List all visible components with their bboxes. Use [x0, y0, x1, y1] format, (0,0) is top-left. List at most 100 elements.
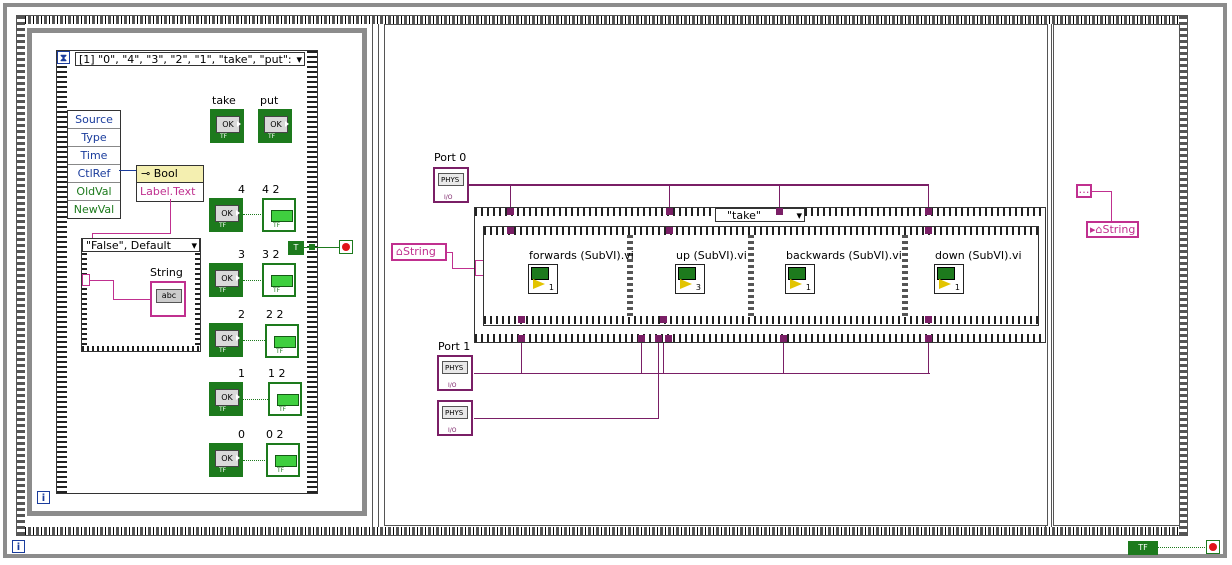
label-text-wire [170, 199, 171, 233]
string-indicator[interactable]: abc [150, 281, 186, 317]
event-selector[interactable]: [1] "0", "4", "3", "2", "1", "take", "pu… [75, 52, 305, 66]
inner-case-selector[interactable]: "False", Default ▾ [82, 238, 200, 252]
tunnel-node [660, 316, 667, 323]
right-string-wire-b [1111, 191, 1112, 221]
put-label: put [260, 94, 279, 107]
subvi-backwards-icon[interactable]: 1 [785, 264, 815, 294]
subvi-up-icon[interactable]: 3 [675, 264, 705, 294]
right-string-wire-a [1092, 191, 1111, 192]
outer-case-edge-bottom [475, 334, 1045, 342]
control-1-label: 1 [238, 367, 245, 380]
led-1: TF [268, 382, 302, 416]
tunnel-node [665, 335, 672, 342]
case-tunnel [82, 274, 90, 286]
indicator-3-label: 3 2 [262, 248, 280, 261]
port1-label: Port 1 [438, 340, 471, 353]
tunnel-node [925, 227, 932, 234]
property-node-property: Label.Text [140, 185, 196, 198]
control-4-label: 4 [238, 183, 245, 196]
tunnel-node [518, 316, 525, 323]
event-data-node: Source Type Time CtlRef OldVal NewVal [67, 110, 121, 219]
empty-string-constant[interactable]: … [1076, 184, 1092, 198]
outer-loop-stop-icon[interactable] [1206, 540, 1220, 554]
led-3: TF [262, 263, 296, 297]
string-local-label: String [402, 245, 436, 258]
port1-phys-text: PHYS [442, 361, 468, 374]
button-1[interactable]: OK TF [209, 382, 243, 416]
tunnel-node [925, 335, 932, 342]
outer-loop-iteration-icon: i [12, 540, 25, 553]
led-4: TF [262, 198, 296, 232]
port2-wire [474, 418, 659, 419]
port0-wire [469, 184, 929, 186]
event-field-type: Type [68, 129, 120, 147]
timeout-terminal-icon: ⧗ [57, 51, 70, 64]
subvi-down-icon[interactable]: 1 [934, 264, 964, 294]
tunnel-node [780, 335, 787, 342]
event-field-source: Source [68, 111, 120, 129]
port0-phys-text: PHYS [438, 173, 464, 186]
led-0: TF [266, 443, 300, 477]
port2-phys-text: PHYS [442, 406, 468, 419]
tunnel-node [507, 208, 514, 215]
ctlref-wire [119, 170, 137, 171]
tunnel-node [638, 335, 645, 342]
outer-stop-wire [1157, 547, 1205, 548]
port0-label: Port 0 [434, 151, 467, 164]
subvi-forwards-icon[interactable]: 1 [528, 264, 558, 294]
button-3[interactable]: OK TF [209, 263, 243, 297]
event-field-time: Time [68, 147, 120, 165]
sequence-frame-right [1053, 24, 1180, 526]
port1-wire [474, 373, 930, 374]
button-2[interactable]: OK TF [209, 323, 243, 357]
port0-constant[interactable]: PHYS I/O [433, 167, 469, 203]
case-selector-take[interactable]: "take" ▾ [715, 208, 805, 222]
event-loop-iteration-icon: i [37, 491, 50, 504]
port1-constant[interactable]: PHYS I/O [437, 355, 473, 391]
house-icon: ⌂ [396, 245, 403, 258]
button-0[interactable]: OK TF [209, 443, 243, 477]
chevron-down-icon: ▾ [296, 53, 302, 66]
property-node-class: Bool [153, 167, 178, 180]
take-button[interactable]: OK TF [210, 109, 244, 143]
inner-seq-divider-2 [748, 235, 754, 317]
wire-4 [243, 214, 263, 215]
inner-seq-edge-top [484, 227, 1038, 235]
take-label: take [212, 94, 236, 107]
put-button[interactable]: OK TF [258, 109, 292, 143]
control-3-label: 3 [238, 248, 245, 261]
indicator-4-label: 4 2 [262, 183, 280, 196]
subvi-up-label: up (SubVI).vi [676, 249, 747, 262]
port2-constant[interactable]: PHYS I/O [437, 400, 473, 436]
string-local-variable[interactable]: ⌂String [391, 243, 447, 261]
key-icon: ⊸ [141, 167, 151, 180]
right-string-local-label: String [1102, 223, 1136, 236]
right-string-local-variable[interactable]: ▸⌂String [1086, 221, 1139, 238]
string-wire-b [113, 280, 114, 299]
tunnel-node [655, 335, 662, 342]
event-field-newval: NewVal [73, 203, 115, 216]
port2-io-text: I/O [448, 427, 457, 434]
string-indicator-text: abc [156, 289, 182, 303]
case-selector-label: "take" [727, 209, 761, 222]
property-node[interactable]: ⊸ Bool Label.Text [136, 165, 204, 202]
true-constant: T [288, 241, 304, 255]
wire-2 [243, 340, 265, 341]
tunnel-node [666, 208, 673, 215]
wire-1 [243, 399, 268, 400]
event-loop-stop-icon[interactable] [339, 240, 353, 254]
string-indicator-label: String [150, 266, 183, 279]
tunnel-node [776, 208, 783, 215]
tf-control[interactable]: TF [1128, 541, 1158, 555]
indicator-1-label: 1 2 [268, 367, 286, 380]
tunnel-node [925, 208, 932, 215]
event-field-ctlref: CtlRef [68, 165, 120, 183]
sequence-film-top [17, 16, 1187, 24]
house-icon: ▸⌂ [1090, 223, 1103, 236]
tunnel-node [666, 227, 673, 234]
button-4[interactable]: OK TF [209, 198, 243, 232]
tunnel-node [518, 335, 525, 342]
inner-case-selector-label: "False", Default [86, 239, 171, 252]
wire-0 [243, 460, 267, 461]
subvi-down-label: down (SubVI).vi [935, 249, 1022, 262]
